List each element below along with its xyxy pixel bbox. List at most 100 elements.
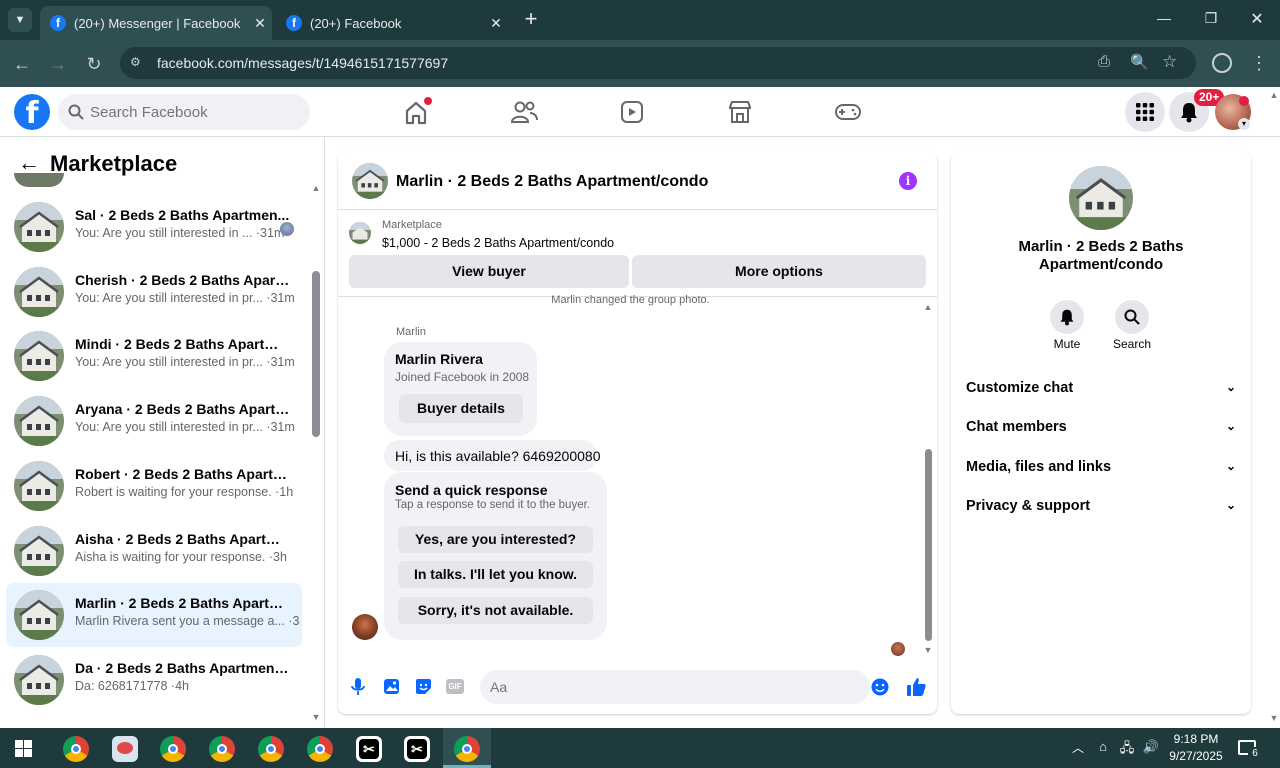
- info-icon[interactable]: i: [899, 172, 917, 190]
- tab-list-button[interactable]: ▼: [8, 8, 32, 32]
- marketplace-icon[interactable]: [722, 95, 758, 129]
- media-files-section[interactable]: Media, files and links ⌄: [966, 459, 1236, 483]
- tab-facebook[interactable]: f (20+) Facebook ✕: [276, 6, 508, 40]
- search-chat-button[interactable]: [1115, 300, 1149, 334]
- bell-icon: [1060, 309, 1074, 326]
- back-arrow-icon[interactable]: ←: [10, 52, 34, 76]
- profile-name: Marlin Rivera: [395, 351, 483, 367]
- show-hidden-icons[interactable]: ︿: [1070, 739, 1086, 755]
- conversation-item[interactable]: Cherish · 2 Beds 2 Baths Apartm... You: A…: [6, 260, 302, 324]
- conversation-preview: Aisha is waiting for your response. ·3h: [75, 549, 287, 564]
- conversation-item[interactable]: Aisha · 2 Beds 2 Baths Apartme... Aisha i…: [6, 519, 302, 583]
- mute-button[interactable]: [1050, 300, 1084, 334]
- sidebar-scrollbar-thumb[interactable]: [312, 271, 320, 437]
- browser-menu-icon[interactable]: ⋮: [1250, 52, 1268, 74]
- close-tab-icon[interactable]: ✕: [248, 15, 272, 32]
- back-arrow-icon[interactable]: ←: [18, 151, 42, 175]
- facebook-search[interactable]: [58, 94, 310, 130]
- menu-grid-button[interactable]: [1125, 92, 1165, 132]
- paint-app-icon[interactable]: [112, 736, 138, 762]
- house-photo-icon: [14, 331, 64, 382]
- clock-time[interactable]: 9:18 PM: [1165, 732, 1227, 746]
- chat-members-section[interactable]: Chat members ⌄: [966, 419, 1236, 443]
- listing-thumbnail[interactable]: [349, 222, 371, 244]
- message-input[interactable]: [490, 670, 830, 704]
- video-icon[interactable]: [614, 95, 650, 129]
- clock-date[interactable]: 9/27/2025: [1165, 749, 1227, 763]
- zoom-icon[interactable]: 🔍: [1130, 53, 1150, 73]
- scroll-down-arrow[interactable]: ▼: [922, 645, 934, 655]
- photo-icon[interactable]: [383, 678, 400, 695]
- scroll-down-arrow[interactable]: ▼: [310, 712, 322, 722]
- minimize-window-button[interactable]: —: [1152, 10, 1176, 30]
- gif-icon[interactable]: GIF: [446, 679, 464, 694]
- conversation-item[interactable]: Robert · 2 Beds 2 Baths Apartm... Robert …: [6, 454, 302, 518]
- search-input[interactable]: [90, 94, 300, 130]
- address-bar[interactable]: ⚙ facebook.com/messages/t/14946151715776…: [120, 47, 1196, 79]
- conversation-name: Aisha · 2 Beds 2 Baths Apartme...: [75, 530, 290, 547]
- close-tab-icon[interactable]: ✕: [484, 15, 508, 32]
- more-options-button[interactable]: More options: [632, 255, 926, 288]
- scroll-up-arrow[interactable]: ▲: [922, 302, 934, 312]
- privacy-support-section[interactable]: Privacy & support ⌄: [966, 498, 1236, 522]
- volume-icon[interactable]: 🔊: [1142, 739, 1160, 755]
- chat-avatar[interactable]: [352, 163, 388, 199]
- account-chevron-icon[interactable]: ▾: [1238, 118, 1250, 130]
- quick-reply-yes[interactable]: Yes, are you interested?: [398, 526, 593, 553]
- conversation-item[interactable]: Mindi · 2 Beds 2 Baths Apartme... You: Ar…: [6, 324, 302, 388]
- forward-arrow-icon[interactable]: →: [46, 52, 70, 76]
- microphone-icon[interactable]: [351, 678, 365, 696]
- chrome-icon[interactable]: [63, 736, 89, 762]
- sticker-icon[interactable]: [415, 678, 432, 695]
- conversation-item[interactable]: Da · 2 Beds 2 Baths Apartment/... Da: 626…: [6, 648, 302, 712]
- details-avatar[interactable]: [1069, 166, 1133, 230]
- view-buyer-button[interactable]: View buyer: [349, 255, 629, 288]
- home-icon[interactable]: [398, 95, 434, 129]
- chrome-profile-icon[interactable]: [209, 736, 235, 762]
- conversation-name: Mindi · 2 Beds 2 Baths Apartme...: [75, 336, 290, 353]
- scroll-up-arrow[interactable]: ▲: [310, 183, 322, 193]
- device-icon[interactable]: ⌂: [1096, 739, 1110, 755]
- conversation-item[interactable]: Sal · 2 Beds 2 Baths Apartmen... You: Are…: [6, 195, 302, 259]
- quick-reply-in-talks[interactable]: In talks. I'll let you know.: [398, 561, 593, 588]
- chrome-profile-icon[interactable]: [160, 736, 186, 762]
- profile-icon[interactable]: [1212, 53, 1232, 73]
- install-app-icon[interactable]: ⎙: [1098, 53, 1118, 73]
- conversation-item[interactable]: Marlin · 2 Beds 2 Baths Apartme... Marlin…: [6, 583, 302, 648]
- emoji-icon[interactable]: [871, 678, 889, 696]
- house-photo-icon: [14, 396, 64, 447]
- bookmark-star-icon[interactable]: ☆: [1162, 52, 1182, 72]
- section-label: Media, files and links: [966, 459, 1112, 475]
- windows-start-icon[interactable]: [15, 740, 32, 757]
- listing-source: Marketplace: [382, 219, 442, 231]
- capcut-icon[interactable]: ✂: [356, 736, 382, 762]
- new-tab-button[interactable]: +: [520, 8, 542, 32]
- like-thumb-icon[interactable]: [906, 676, 927, 697]
- buyer-details-button[interactable]: Buyer details: [399, 394, 523, 423]
- chrome-profile-icon[interactable]: [258, 736, 284, 762]
- chat-details-panel: Marlin · 2 Beds 2 Baths Apartment/condo …: [951, 152, 1251, 714]
- message-composer[interactable]: [480, 670, 889, 704]
- site-settings-icon[interactable]: ⚙: [130, 55, 148, 71]
- network-icon[interactable]: 🖧: [1118, 739, 1136, 755]
- chrome-active-icon[interactable]: [454, 736, 480, 762]
- capcut-icon[interactable]: ✂: [404, 736, 430, 762]
- page-scroll-down-arrow[interactable]: ▼: [1268, 713, 1280, 723]
- facebook-logo-icon[interactable]: f: [14, 94, 50, 131]
- listing-title[interactable]: $1,000 - 2 Beds 2 Baths Apartment/condo: [382, 236, 614, 250]
- page-scroll-up-arrow[interactable]: ▲: [1268, 90, 1280, 100]
- sender-avatar[interactable]: [352, 614, 378, 640]
- reload-icon[interactable]: ↻: [82, 52, 106, 76]
- conversation-item[interactable]: Aryana · 2 Beds 2 Baths Apartm... You: Ar…: [6, 389, 302, 453]
- conversation-name: Sal · 2 Beds 2 Baths Apartmen...: [75, 207, 290, 223]
- conversation-name: Cherish · 2 Beds 2 Baths Apartm...: [75, 271, 290, 288]
- restore-window-button[interactable]: ❐: [1199, 10, 1223, 30]
- close-window-button[interactable]: ✕: [1245, 9, 1269, 29]
- tab-messenger[interactable]: f (20+) Messenger | Facebook ✕: [40, 6, 272, 40]
- quick-reply-not-available[interactable]: Sorry, it's not available.: [398, 597, 593, 624]
- chat-scrollbar-thumb[interactable]: [925, 449, 932, 641]
- gaming-icon[interactable]: [830, 95, 866, 129]
- chrome-profile-icon[interactable]: [307, 736, 333, 762]
- friends-icon[interactable]: [506, 95, 542, 129]
- customize-chat-section[interactable]: Customize chat ⌄: [966, 380, 1236, 404]
